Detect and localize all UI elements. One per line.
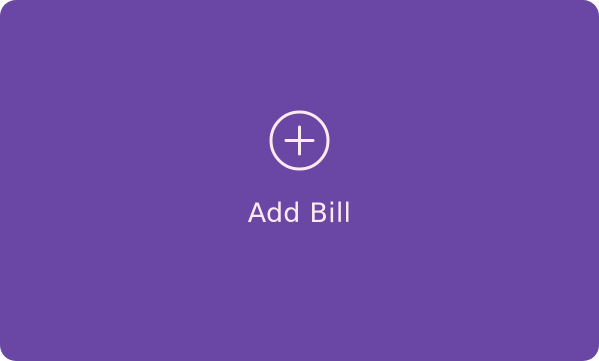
plus-circle-icon [269, 110, 330, 171]
add-bill-card[interactable]: Add Bill [0, 0, 599, 361]
add-bill-label: Add Bill [247, 198, 352, 229]
